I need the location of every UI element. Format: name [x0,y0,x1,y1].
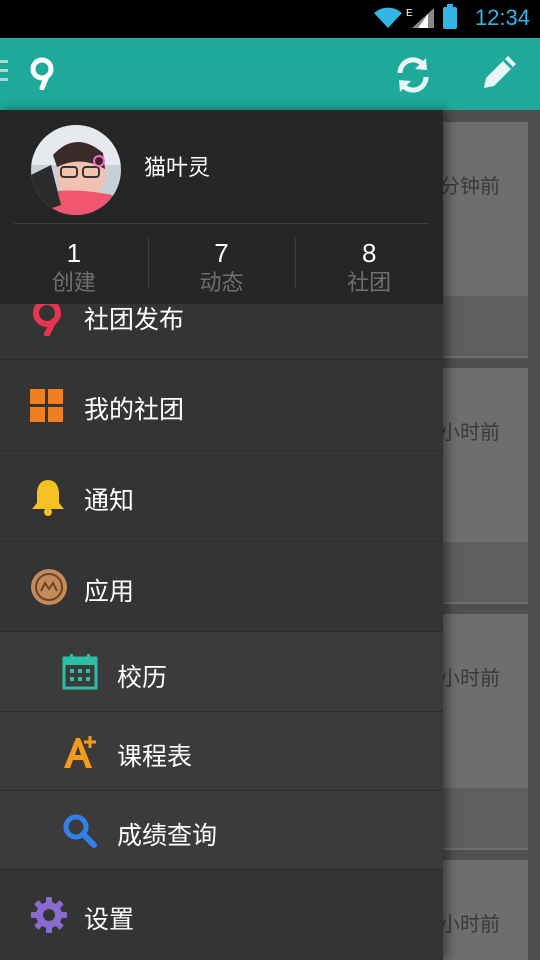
feed-timestamp: 分钟前 [440,174,500,198]
app-logo[interactable] [28,56,58,90]
stat-label: 社团 [347,271,392,296]
menu-item-notifications[interactable]: 通知 [0,451,443,542]
feed-timestamp: 小时前 [440,912,500,936]
menu-label: 课程表 [117,742,193,771]
menu-item-timetable[interactable]: 课程表 [0,712,443,791]
stat-created[interactable]: 1 创建 [0,238,148,300]
menu-label: 通知 [84,486,135,515]
stat-label: 动态 [199,271,244,296]
bell-icon [32,480,64,516]
timetable-icon [64,736,96,768]
gear-icon [31,897,67,933]
menu-label: 校历 [117,663,168,692]
menu-label: 应用 [84,577,135,606]
menu-icon[interactable] [0,60,10,86]
navigation-drawer: 猫叶灵 1 创建 7 动态 8 社团 社团发布 我的社团 通知 应用 校历 课程… [0,110,443,960]
profile-stats: 1 创建 7 动态 8 社团 [0,238,443,300]
menu-item-my-clubs[interactable]: 我的社团 [0,360,443,451]
wifi-icon [374,7,402,28]
stat-label: 创建 [51,271,96,296]
clock: 12:34 [474,5,530,30]
menu-label: 设置 [84,905,135,934]
menu-label: 我的社团 [84,395,185,424]
feed-timestamp: 小时前 [440,420,500,444]
menu-label: 社团发布 [84,305,185,334]
signal-icon: E [406,8,434,28]
refresh-icon[interactable] [392,54,434,96]
stat-value: 8 [361,238,377,268]
stat-clubs[interactable]: 8 社团 [295,238,443,300]
feed-timestamp: 小时前 [440,666,500,690]
battery-icon [443,4,457,29]
menu-label: 成绩查询 [117,821,218,850]
search-icon [63,814,97,848]
username[interactable]: 猫叶灵 [144,150,210,182]
stat-value: 7 [214,238,229,268]
grid-icon [30,389,63,422]
menu-item-grades[interactable]: 成绩查询 [0,791,443,870]
status-bar: E 12:34 [0,0,540,38]
network-type-label: E [406,8,413,19]
menu-item-settings[interactable]: 设置 [0,870,443,960]
app-bar [0,38,540,110]
avatar[interactable] [31,125,121,215]
menu-item-apps[interactable]: 应用 [0,542,443,632]
apps-badge-icon [31,569,67,605]
menu-item-calendar[interactable]: 校历 [0,632,443,712]
profile-header: 猫叶灵 1 创建 7 动态 8 社团 [0,110,443,304]
stat-activity[interactable]: 7 动态 [147,238,296,300]
profile-divider [14,223,429,224]
compose-icon[interactable] [476,52,520,96]
stat-value: 1 [66,238,82,268]
calendar-icon [62,654,98,690]
